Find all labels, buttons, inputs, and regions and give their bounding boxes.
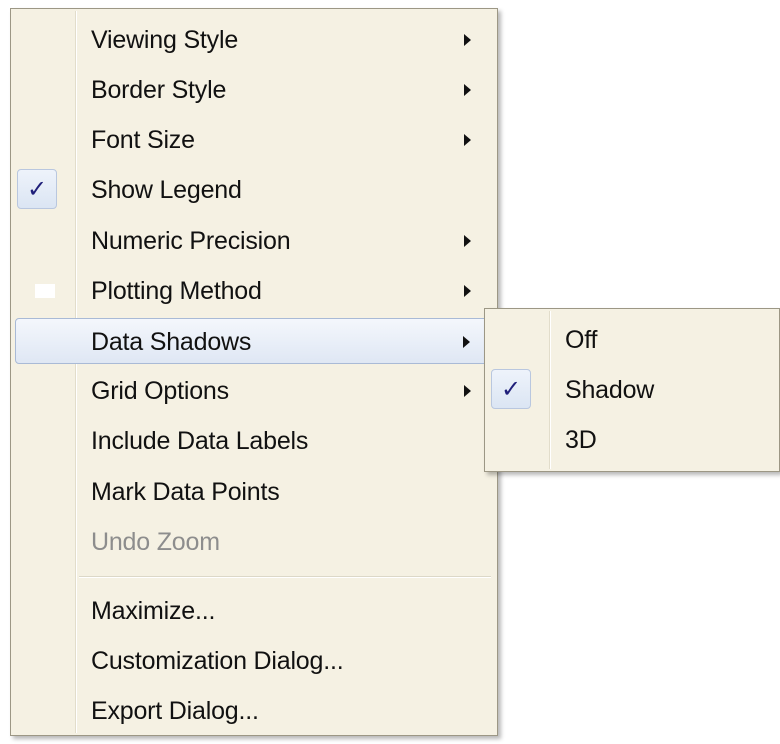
- menu-item-label: Numeric Precision: [91, 227, 291, 255]
- menu-item-font-size[interactable]: Font Size: [15, 117, 493, 163]
- menu-item-include-data-labels[interactable]: Include Data Labels: [15, 418, 493, 464]
- menu-item-undo-zoom: Undo Zoom: [15, 519, 493, 565]
- menu-item-label: Viewing Style: [91, 26, 239, 54]
- menu-item-maximize[interactable]: Maximize...: [15, 588, 493, 634]
- submenu-item-label: Off: [565, 326, 598, 354]
- checkmark-icon: ✓: [26, 175, 48, 203]
- submenu-arrow-icon: [464, 84, 471, 96]
- menu-item-data-shadows[interactable]: Data Shadows: [15, 318, 493, 364]
- checkmark-icon: ✓: [500, 375, 522, 403]
- menu-item-label: Undo Zoom: [91, 528, 220, 556]
- submenu-item-off[interactable]: Off: [489, 317, 775, 363]
- submenu-arrow-icon: [464, 235, 471, 247]
- menu-item-label: Include Data Labels: [91, 427, 309, 455]
- submenu-arrow-icon: [463, 336, 470, 348]
- submenu-item-label: 3D: [565, 426, 597, 454]
- menu-item-label: Export Dialog...: [91, 697, 259, 725]
- context-menu: Viewing Style Border Style Font Size ✓ S…: [10, 8, 498, 736]
- menu-item-label: Customization Dialog...: [91, 647, 344, 675]
- menu-item-label: Show Legend: [91, 176, 242, 204]
- menu-item-numeric-precision[interactable]: Numeric Precision: [15, 218, 493, 264]
- submenu-arrow-icon: [464, 134, 471, 146]
- menu-item-label: Plotting Method: [91, 277, 262, 305]
- menu-item-viewing-style[interactable]: Viewing Style: [15, 17, 493, 63]
- submenu-item-shadow[interactable]: ✓ Shadow: [489, 367, 775, 413]
- checkmark-box: ✓: [491, 369, 531, 409]
- menu-item-export-dialog[interactable]: Export Dialog...: [15, 688, 493, 734]
- submenu-item-3d[interactable]: 3D: [489, 417, 775, 463]
- menu-item-label: Grid Options: [91, 377, 229, 405]
- submenu-arrow-icon: [464, 34, 471, 46]
- menu-item-label: Data Shadows: [91, 328, 252, 356]
- menu-item-plotting-method[interactable]: Plotting Method: [15, 268, 493, 314]
- blank-icon: [35, 284, 55, 298]
- data-shadows-submenu: Off ✓ Shadow 3D: [484, 308, 780, 472]
- menu-item-mark-data-points[interactable]: Mark Data Points: [15, 469, 493, 515]
- menu-separator: [79, 576, 491, 578]
- submenu-arrow-icon: [464, 285, 471, 297]
- menu-item-border-style[interactable]: Border Style: [15, 67, 493, 113]
- menu-item-show-legend[interactable]: ✓ Show Legend: [15, 167, 493, 213]
- menu-item-label: Maximize...: [91, 597, 216, 625]
- menu-item-label: Mark Data Points: [91, 478, 280, 506]
- menu-item-label: Border Style: [91, 76, 227, 104]
- menu-item-label: Font Size: [91, 126, 195, 154]
- menu-item-grid-options[interactable]: Grid Options: [15, 368, 493, 414]
- submenu-item-label: Shadow: [565, 376, 655, 404]
- menu-item-customization-dialog[interactable]: Customization Dialog...: [15, 638, 493, 684]
- submenu-arrow-icon: [464, 385, 471, 397]
- checkmark-box: ✓: [17, 169, 57, 209]
